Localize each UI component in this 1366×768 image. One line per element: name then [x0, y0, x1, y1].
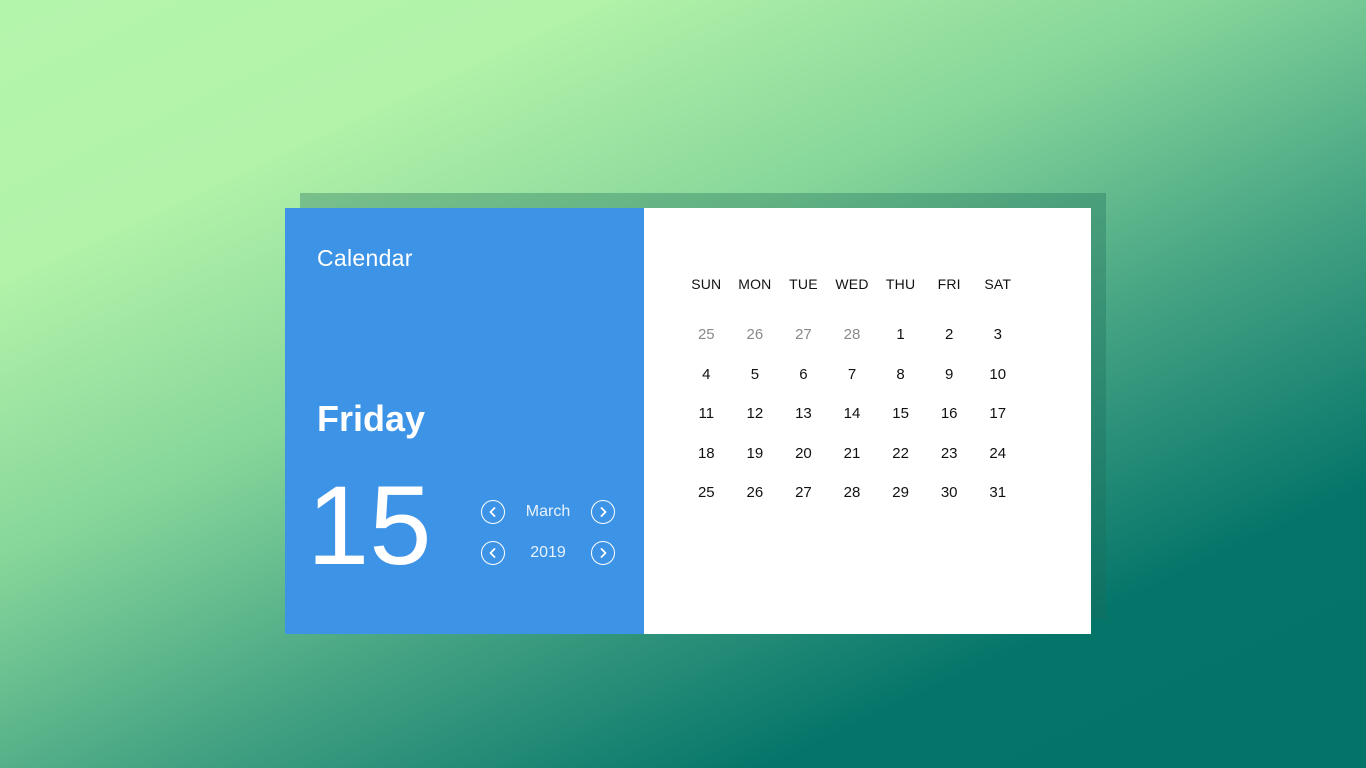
day-cell[interactable]: 30: [925, 484, 974, 524]
weekday-header: WED: [835, 276, 869, 292]
weekday-header: TUE: [789, 276, 818, 292]
chevron-left-icon: [489, 507, 496, 517]
month-label: March: [525, 503, 571, 520]
day-cell-other-month[interactable]: 27: [779, 326, 828, 366]
prev-year-button[interactable]: [481, 541, 505, 565]
day-cell[interactable]: 20: [779, 445, 828, 485]
weekday-header: FRI: [937, 276, 961, 292]
day-cell[interactable]: 9: [925, 366, 974, 406]
day-cell[interactable]: 3: [973, 326, 1022, 366]
day-cell[interactable]: 23: [925, 445, 974, 485]
day-cell[interactable]: 7: [828, 366, 877, 406]
week-row: 18 19 20 21 22 23 24: [682, 445, 1022, 485]
day-cell-other-month[interactable]: 25: [682, 326, 731, 366]
day-cell[interactable]: 1: [876, 326, 925, 366]
next-month-button[interactable]: [590, 500, 615, 524]
day-cell-other-month[interactable]: 26: [731, 326, 780, 366]
prev-month-button[interactable]: [481, 500, 505, 524]
month-grid-panel: SUN MON TUE WED THU FRI SAT 25 26 27 28 1 2 3 4…: [644, 208, 1091, 634]
chevron-left-icon: [489, 548, 496, 558]
day-cell[interactable]: 6: [779, 366, 828, 406]
day-cell[interactable]: 21: [828, 445, 877, 485]
year-label: 2019: [530, 544, 566, 561]
day-cell[interactable]: 26: [731, 484, 780, 524]
day-cell[interactable]: 24: [973, 445, 1022, 485]
day-cell[interactable]: 18: [682, 445, 731, 485]
day-cell[interactable]: 16: [925, 405, 974, 445]
day-cell[interactable]: 27: [779, 484, 828, 524]
weekday-header: SAT: [984, 276, 1012, 292]
month-grid: SUN MON TUE WED THU FRI SAT 25 26 27 28 1 2 3 4…: [682, 276, 1022, 524]
day-cell[interactable]: 22: [876, 445, 925, 485]
week-row: 25 26 27 28 1 2 3: [682, 326, 1022, 366]
day-cell[interactable]: 11: [682, 405, 731, 445]
day-cell[interactable]: 28: [828, 484, 877, 524]
day-cell[interactable]: 15: [876, 405, 925, 445]
chevron-right-icon: [600, 548, 607, 558]
day-cell-other-month[interactable]: 28: [828, 326, 877, 366]
year-navigator: 2019: [481, 539, 615, 567]
day-cell[interactable]: 19: [731, 445, 780, 485]
day-cell[interactable]: 12: [731, 405, 780, 445]
day-cell[interactable]: 5: [731, 366, 780, 406]
day-cell[interactable]: 8: [876, 366, 925, 406]
day-cell[interactable]: 10: [973, 366, 1022, 406]
day-cell[interactable]: 2: [925, 326, 974, 366]
day-cell[interactable]: 29: [876, 484, 925, 524]
day-cell[interactable]: 25: [682, 484, 731, 524]
day-cell[interactable]: 4: [682, 366, 731, 406]
chevron-right-icon: [600, 507, 607, 517]
calendar-card: Calendar Friday 15 March 2019 SUN MON TU…: [285, 208, 1091, 634]
app-title: Calendar: [317, 245, 413, 271]
weekday-header: MON: [738, 276, 772, 292]
week-rows: 25 26 27 28 1 2 3 4 5 6 7 8 9 10 11 12 13 14 15 16 17 18 19 20 2…: [682, 326, 1022, 524]
day-cell[interactable]: 14: [828, 405, 877, 445]
weekday-header: SUN: [691, 276, 722, 292]
day-cell[interactable]: 31: [973, 484, 1022, 524]
weekday-header: THU: [885, 276, 916, 292]
weekday-header-row: SUN MON TUE WED THU FRI SAT: [682, 276, 1022, 296]
month-navigator: March: [481, 498, 615, 526]
next-year-button[interactable]: [591, 541, 615, 565]
day-cell[interactable]: 17: [973, 405, 1022, 445]
day-cell[interactable]: 13: [779, 405, 828, 445]
selected-day-number: 15: [307, 463, 432, 588]
week-row: 11 12 13 14 15 16 17: [682, 405, 1022, 445]
selected-date-panel: Calendar Friday 15 March 2019: [285, 208, 644, 634]
week-row: 4 5 6 7 8 9 10: [682, 366, 1022, 406]
week-row: 25 26 27 28 29 30 31: [682, 484, 1022, 524]
selected-weekday: Friday: [317, 398, 426, 439]
